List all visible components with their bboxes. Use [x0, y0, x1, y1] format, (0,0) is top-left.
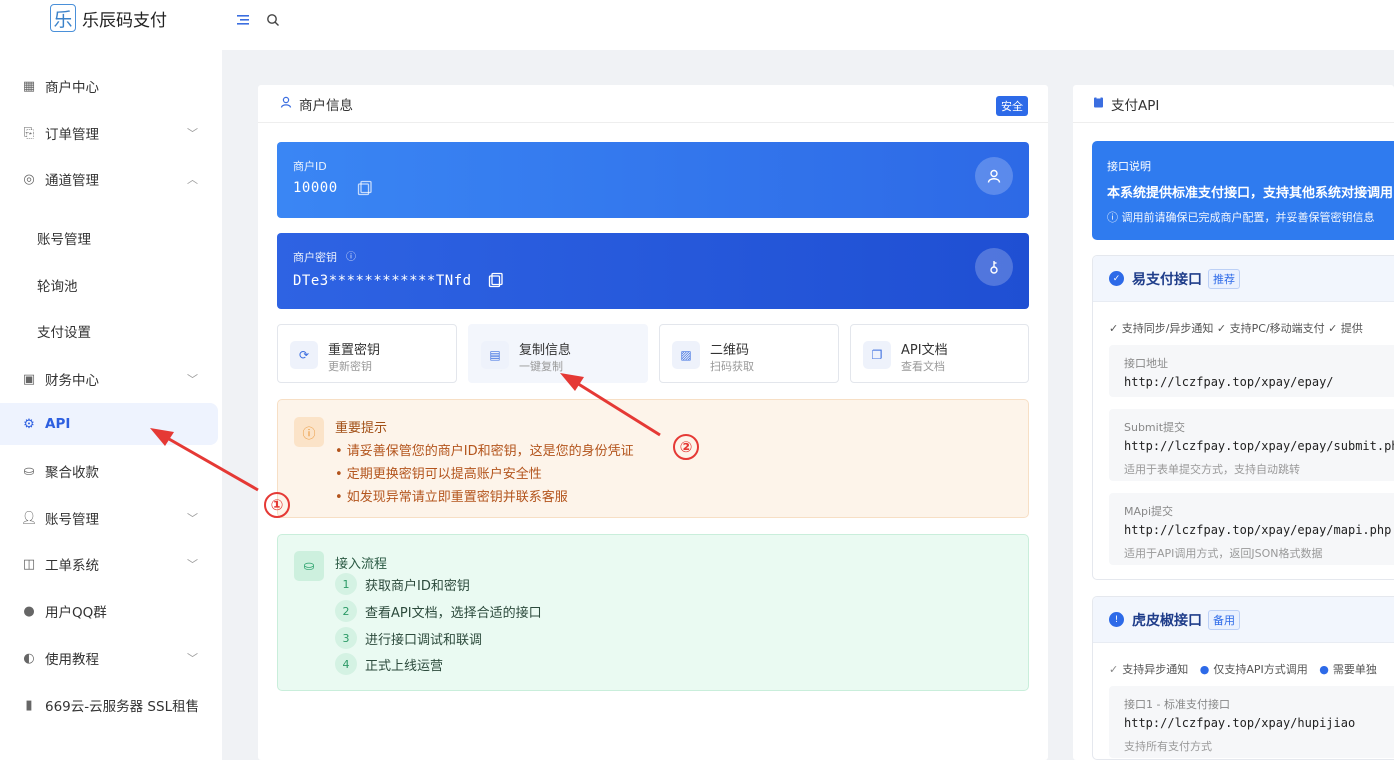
arrow-1 — [150, 428, 259, 492]
annotation-arrows — [150, 373, 661, 492]
annotation-1: ① — [264, 492, 290, 518]
annotation-2: ② — [673, 434, 699, 460]
arrow-2 — [560, 373, 661, 437]
